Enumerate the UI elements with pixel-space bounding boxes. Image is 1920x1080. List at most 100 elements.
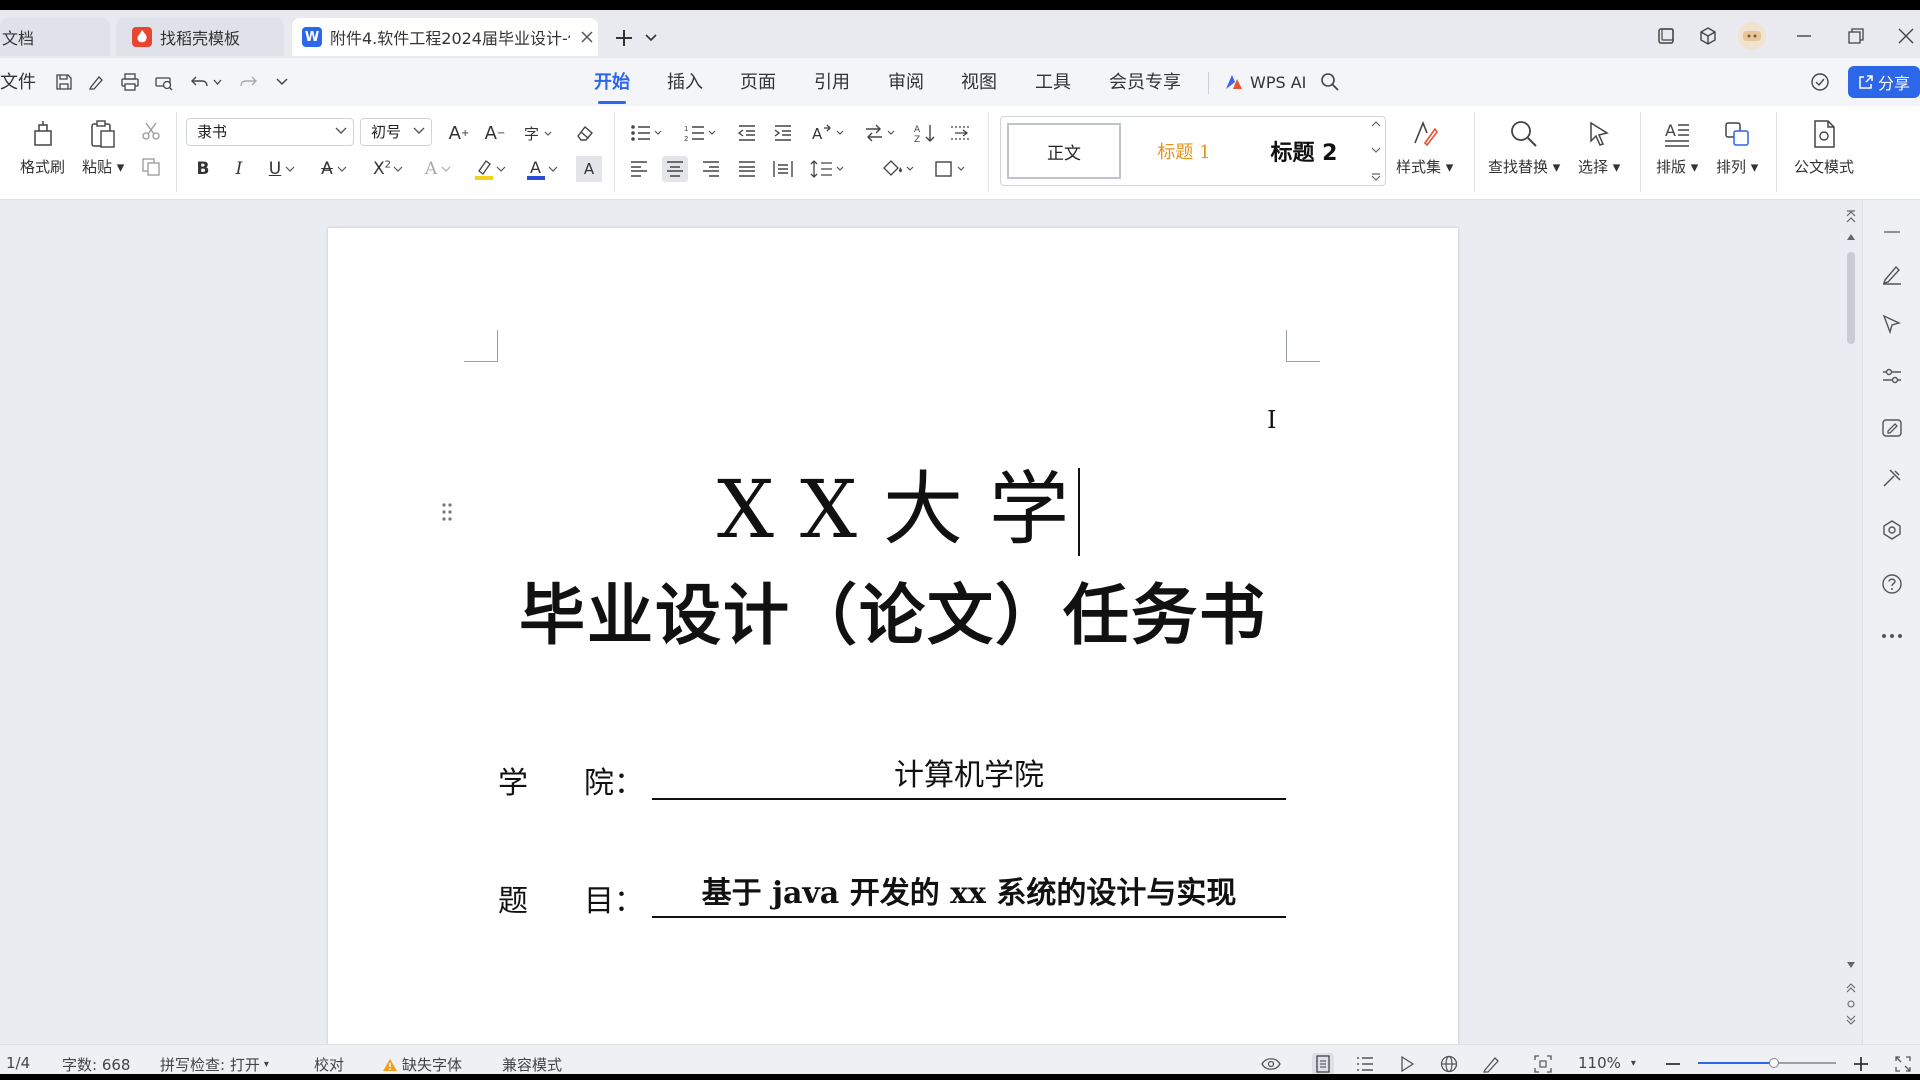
document-workspace[interactable]: I XX大学 毕业设计（论文）任务书 学院： 计算机学院 题目： 基于 java… <box>0 200 1920 1044</box>
tab-docer-templates[interactable]: 找稻壳模板 <box>116 18 284 56</box>
shading-button[interactable] <box>878 156 918 182</box>
show-marks-icon[interactable] <box>948 120 974 146</box>
increase-indent-icon[interactable] <box>770 120 796 146</box>
output-icon[interactable] <box>84 70 108 94</box>
menu-review[interactable]: 审阅 <box>888 70 924 96</box>
scroll-top-icon[interactable] <box>1846 210 1856 224</box>
cube-icon[interactable] <box>1696 24 1720 48</box>
page-nav-icon[interactable] <box>1846 982 1856 1026</box>
zoom-in-icon[interactable] <box>1850 1053 1872 1075</box>
style-heading-2[interactable]: 标题 2 <box>1247 123 1361 179</box>
highlight-button[interactable] <box>472 156 508 182</box>
menu-tools[interactable]: 工具 <box>1035 70 1071 96</box>
web-view-icon[interactable] <box>1438 1053 1460 1075</box>
scroll-down-icon[interactable] <box>1847 962 1855 968</box>
style-set-button[interactable]: 样式集 ▾ <box>1396 116 1453 177</box>
minimize-icon[interactable] <box>1792 24 1816 48</box>
tab-list-chevron-icon[interactable] <box>642 28 660 48</box>
page-view-icon[interactable] <box>1312 1053 1334 1075</box>
play-icon[interactable] <box>1396 1053 1418 1075</box>
menu-file[interactable]: 文件 <box>0 70 36 96</box>
cloud-sync-icon[interactable] <box>1808 70 1832 94</box>
app-settings-icon[interactable] <box>1880 518 1904 542</box>
ai-writing-icon[interactable] <box>1880 416 1904 440</box>
chevron-up-icon[interactable] <box>1371 121 1381 127</box>
bold-button[interactable]: B <box>190 156 216 182</box>
tab-active-document[interactable]: W 附件4.软件工程2024届毕业设计-任务书 <box>292 18 598 56</box>
document-page[interactable]: I XX大学 毕业设计（论文）任务书 学院： 计算机学院 题目： 基于 java… <box>328 228 1458 1044</box>
tools-icon[interactable] <box>1880 466 1904 490</box>
topic-field-value[interactable]: 基于 java 开发的 xx 系统的设计与实现 <box>652 872 1286 918</box>
fullscreen-icon[interactable] <box>1892 1053 1914 1075</box>
outline-view-icon[interactable] <box>1354 1053 1376 1075</box>
menu-home[interactable]: 开始 <box>594 70 630 96</box>
bullet-list-button[interactable] <box>628 120 666 146</box>
zoom-out-icon[interactable] <box>1662 1053 1684 1075</box>
arrange-button[interactable]: 排列 ▾ <box>1716 116 1758 177</box>
layout-button[interactable]: A 排版 ▾ <box>1656 116 1698 177</box>
zoom-level-dropdown[interactable]: 110% ▾ <box>1578 1054 1636 1072</box>
share-button[interactable]: 分享 <box>1848 66 1920 98</box>
word-count[interactable]: 字数: 668 <box>62 1054 130 1075</box>
superscript-button[interactable]: X2 <box>370 156 406 182</box>
justify-icon[interactable] <box>734 156 760 182</box>
expand-gallery-icon[interactable] <box>1371 173 1381 181</box>
help-icon[interactable] <box>1880 572 1904 596</box>
fit-page-icon[interactable] <box>1532 1053 1554 1075</box>
gallery-scroll[interactable] <box>1367 121 1385 181</box>
increase-font-icon[interactable]: A + <box>446 120 472 146</box>
university-name-heading[interactable]: XX大学 <box>328 460 1458 560</box>
page-indicator[interactable]: 1/4 <box>6 1054 30 1072</box>
new-tab-plus-icon[interactable] <box>612 26 636 50</box>
paste-button[interactable]: 粘贴 ▾ <box>82 116 124 177</box>
align-center-icon[interactable] <box>662 156 688 182</box>
undo-chevron-icon[interactable] <box>210 70 224 94</box>
pen-mode-icon[interactable] <box>1480 1053 1502 1075</box>
collapse-panel-icon[interactable] <box>1880 220 1904 244</box>
proofread-button[interactable]: 校对 <box>314 1054 344 1075</box>
menu-references[interactable]: 引用 <box>814 70 850 96</box>
text-direction-button[interactable] <box>862 120 900 146</box>
close-window-icon[interactable] <box>1894 24 1918 48</box>
customize-chevron-icon[interactable] <box>270 70 294 94</box>
underline-button[interactable]: U <box>264 156 300 182</box>
avatar[interactable] <box>1738 22 1766 50</box>
adjust-sliders-icon[interactable] <box>1880 364 1904 388</box>
scroll-up-icon[interactable] <box>1847 234 1855 240</box>
style-body-text[interactable]: 正文 <box>1007 123 1121 179</box>
menu-page[interactable]: 页面 <box>740 70 776 96</box>
phonetic-guide-icon[interactable]: 字 <box>520 120 556 146</box>
clear-format-icon[interactable] <box>572 120 598 146</box>
font-size-dropdown[interactable]: 初号 <box>360 118 432 146</box>
official-doc-mode-button[interactable]: 公文模式 <box>1794 116 1854 177</box>
select-pointer-icon[interactable] <box>1880 312 1904 336</box>
print-preview-icon[interactable] <box>152 70 176 94</box>
wps-ai-icon[interactable] <box>1222 70 1246 94</box>
college-field-value[interactable]: 计算机学院 <box>652 754 1286 800</box>
font-name-dropdown[interactable]: 隶书 <box>186 118 354 146</box>
zoom-slider-knob[interactable] <box>1768 1058 1779 1068</box>
select-button[interactable]: 选择 ▾ <box>1578 116 1620 177</box>
missing-fonts-button[interactable]: 缺失字体 <box>382 1054 462 1075</box>
font-color-button[interactable]: A <box>524 156 560 182</box>
distributed-align-icon[interactable] <box>770 156 796 182</box>
zoom-slider[interactable] <box>1698 1058 1836 1068</box>
close-tab-icon[interactable] <box>578 28 596 46</box>
pen-edit-icon[interactable] <box>1880 262 1904 286</box>
borders-button[interactable] <box>932 156 972 182</box>
undo-icon[interactable] <box>188 70 212 94</box>
copy-icon[interactable] <box>138 154 164 180</box>
eye-protection-icon[interactable] <box>1260 1053 1282 1075</box>
menu-member[interactable]: 会员专享 <box>1109 70 1181 96</box>
char-spacing-button[interactable]: A <box>808 120 848 146</box>
line-spacing-button[interactable] <box>808 156 848 182</box>
redo-icon[interactable] <box>236 70 260 94</box>
cut-icon[interactable] <box>138 118 164 144</box>
document-title[interactable]: 毕业设计（论文）任务书 <box>328 570 1458 660</box>
save-icon[interactable] <box>52 70 76 94</box>
menu-insert[interactable]: 插入 <box>667 70 703 96</box>
window-layout-icon[interactable] <box>1654 24 1678 48</box>
spell-check-status[interactable]: 拼写检查: 打开 ▾ <box>160 1054 269 1075</box>
search-icon[interactable] <box>1318 70 1342 94</box>
char-shading-button[interactable]: A <box>576 156 602 182</box>
